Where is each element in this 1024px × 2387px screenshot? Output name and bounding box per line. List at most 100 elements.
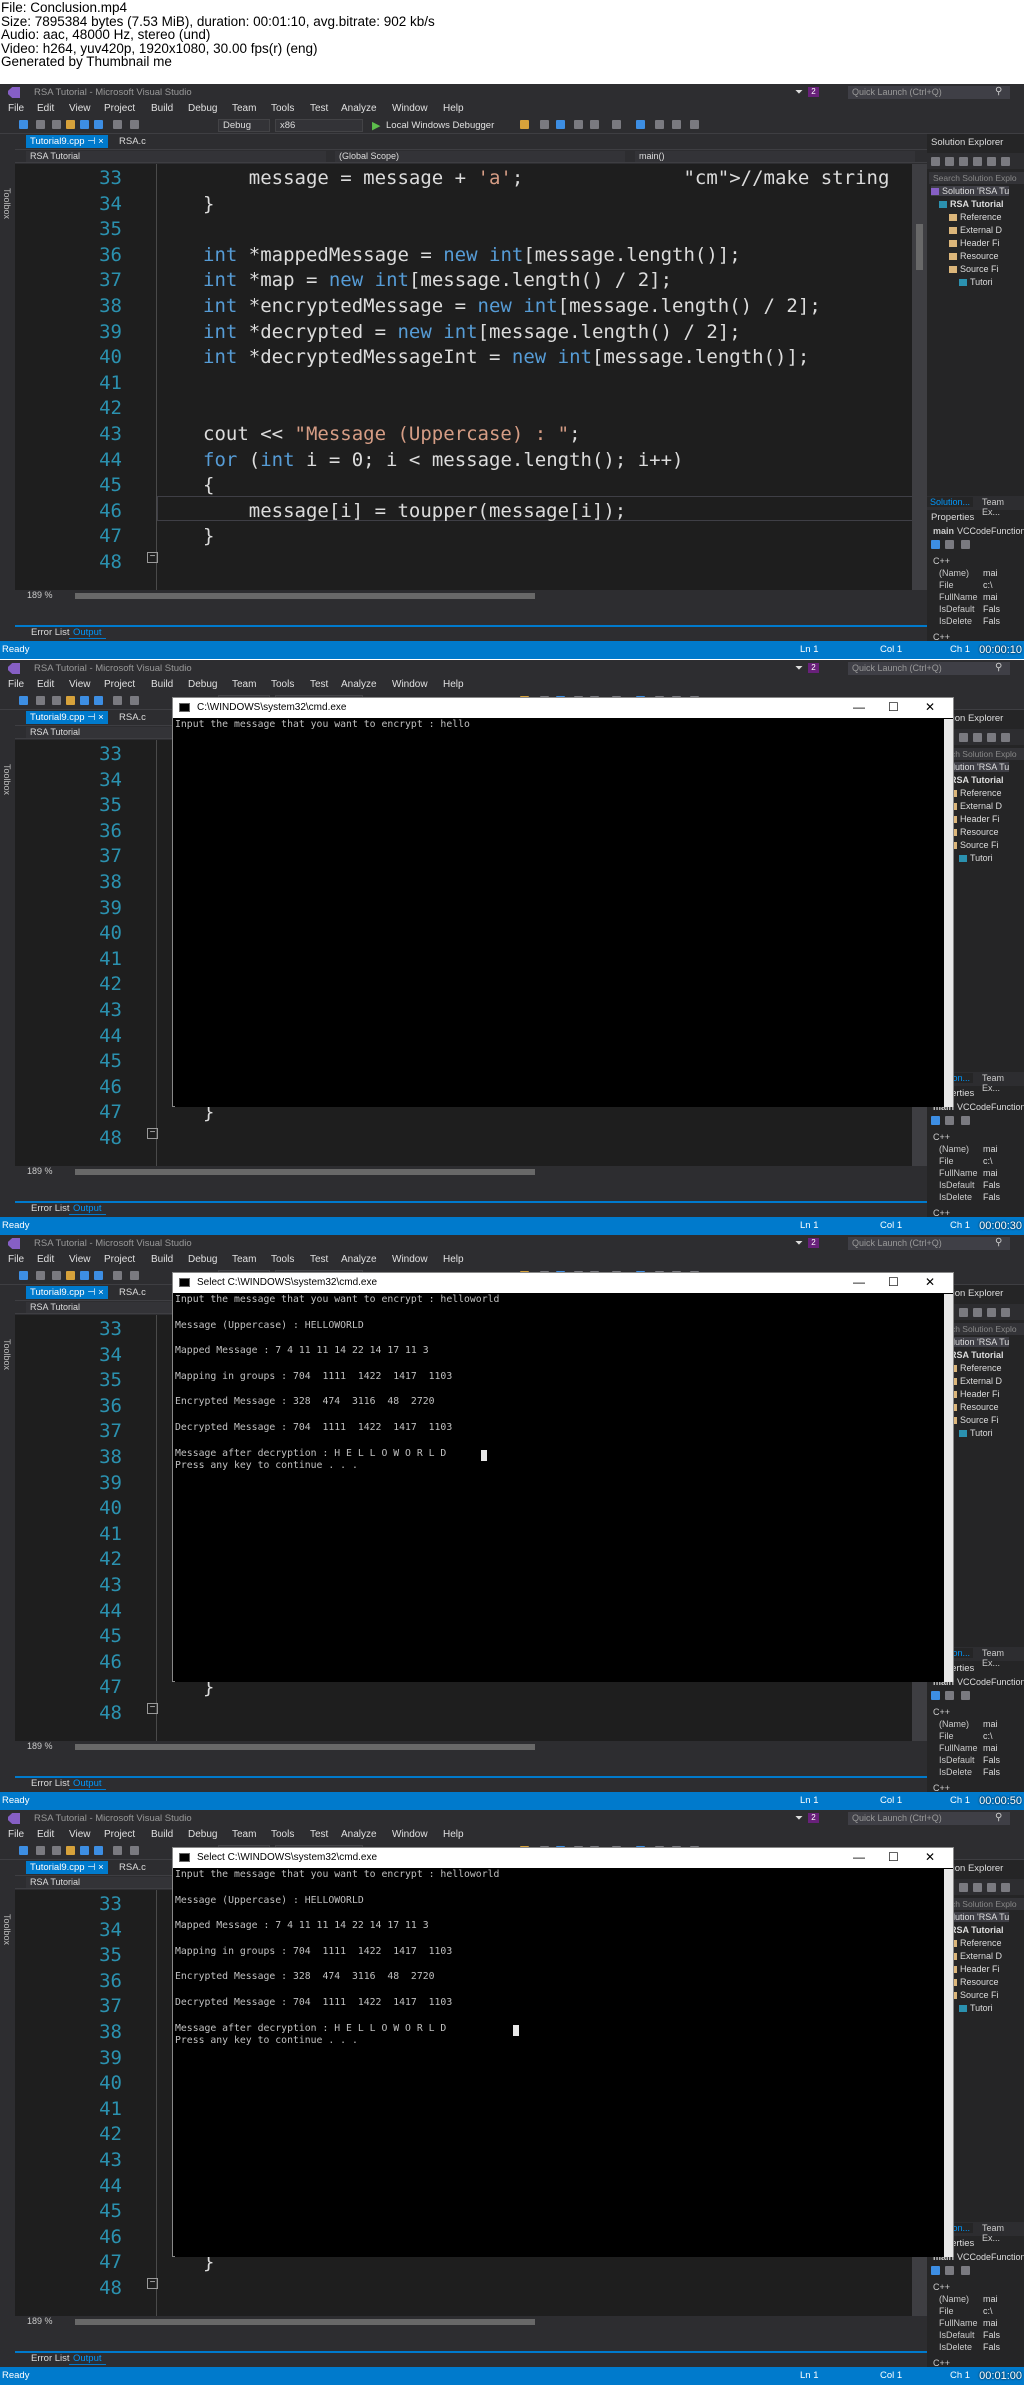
menu-tools[interactable]: Tools [271,103,294,114]
tab-output[interactable]: Output [69,2353,106,2365]
menu-debug[interactable]: Debug [188,1254,217,1265]
prop-value[interactable]: Fals [983,1180,1000,1190]
prop-value[interactable]: Fals [983,1192,1000,1202]
prop-value[interactable]: c:\ [983,580,993,590]
toolbar-icon[interactable] [672,120,681,129]
tab-error-list[interactable]: Error List [27,1778,74,1789]
collapse-icon[interactable]: − [147,2278,158,2289]
console-title-bar[interactable]: Select C:\WINDOWS\system32\cmd.exe — ☐ ✕ [173,1848,953,1868]
console-scrollbar[interactable] [944,1294,953,1682]
menu-test[interactable]: Test [310,679,328,690]
back-icon[interactable] [19,120,28,129]
menu-debug[interactable]: Debug [188,1829,217,1840]
menu-edit[interactable]: Edit [37,679,54,690]
settings-icon[interactable] [1001,1308,1010,1317]
tab-rsa-c[interactable]: RSA.c [115,1861,150,1874]
save-icon[interactable] [80,1846,89,1855]
menu-window[interactable]: Window [392,679,428,690]
tree-item-external[interactable]: External D [949,1376,1002,1386]
forward-icon[interactable] [36,120,45,129]
bookmark-icon[interactable] [636,120,645,129]
alphabetical-icon[interactable] [945,1116,954,1125]
notification-badge[interactable]: 2 [808,87,819,97]
quick-launch-input[interactable]: Quick Launch (Ctrl+Q) [848,662,1010,675]
maximize-icon[interactable]: ☐ [888,1850,899,1864]
tab-tutorial9-cpp[interactable]: Tutorial9.cpp ⊣ × [26,711,108,724]
quick-launch-input[interactable]: Quick Launch (Ctrl+Q) [848,1237,1010,1250]
collapse-icon[interactable]: − [147,552,158,563]
close-icon[interactable]: ✕ [925,1275,935,1289]
console-window[interactable]: C:\WINDOWS\system32\cmd.exe — ☐ ✕ Input the … [172,697,954,1107]
menu-file[interactable]: File [8,1254,24,1265]
menu-analyze[interactable]: Analyze [341,103,377,114]
zoom-level[interactable]: 189 % [27,590,53,600]
prop-value[interactable]: mai [983,592,998,602]
tab-close-icon[interactable]: ⊣ × [87,1862,103,1873]
toolbar-icon[interactable] [690,120,699,129]
collapse-icon[interactable]: − [147,1128,158,1139]
menu-team[interactable]: Team [232,1829,256,1840]
menu-project[interactable]: Project [104,1829,135,1840]
menu-team[interactable]: Team [232,679,256,690]
refresh-icon[interactable] [987,1883,996,1892]
redo-icon[interactable] [130,1271,139,1280]
tab-team-explorer[interactable]: Team Ex... [979,1648,1024,1668]
tree-item-tutorial[interactable]: Tutori [959,2003,993,2013]
new-item-icon[interactable] [52,1846,61,1855]
toolbar-icon[interactable] [612,120,621,129]
home-icon[interactable] [959,1308,968,1317]
tab-close-icon[interactable]: ⊣ × [87,712,103,723]
prop-value[interactable]: c:\ [983,1156,993,1166]
solution-search-input[interactable]: Search Solution Explo [929,172,1024,184]
menu-debug[interactable]: Debug [188,103,217,114]
menu-build[interactable]: Build [151,103,173,114]
menu-project[interactable]: Project [104,1254,135,1265]
console-title-bar[interactable]: C:\WINDOWS\system32\cmd.exe — ☐ ✕ [173,698,953,718]
tab-team-explorer[interactable]: Team Ex... [979,2223,1024,2243]
save-all-icon[interactable] [94,696,103,705]
prop-value[interactable]: Fals [983,2342,1000,2352]
tree-item-source[interactable]: Source Fi [949,840,999,850]
menu-debug[interactable]: Debug [188,679,217,690]
tree-item-project[interactable]: RSA Tutorial [939,199,1004,209]
minimize-icon[interactable]: — [853,1850,865,1864]
toolbox-tab[interactable]: Toolbox [2,764,12,795]
tab-output[interactable]: Output [69,1778,106,1790]
tree-item-references[interactable]: Reference [949,212,1002,222]
menu-help[interactable]: Help [443,103,464,114]
categorized-icon[interactable] [931,1116,940,1125]
menu-view[interactable]: View [69,679,91,690]
minimize-icon[interactable]: — [853,700,865,714]
toolbar-icon[interactable] [556,120,565,129]
prop-value[interactable]: c:\ [983,2306,993,2316]
horizontal-scroll-thumb[interactable] [75,593,535,599]
console-scrollbar[interactable] [944,719,953,1107]
scroll-thumb[interactable] [916,224,923,270]
tree-item-header[interactable]: Header Fi [949,238,1000,248]
settings-icon[interactable] [1001,1883,1010,1892]
menu-view[interactable]: View [69,103,91,114]
sync-icon[interactable] [973,733,982,742]
tree-item-external[interactable]: External D [949,801,1002,811]
tab-error-list[interactable]: Error List [27,1203,74,1214]
prop-value[interactable]: Fals [983,604,1000,614]
sync-icon[interactable] [973,1883,982,1892]
tab-tutorial9-cpp[interactable]: Tutorial9.cpp ⊣ × [26,1286,108,1299]
search-icon[interactable]: ⚲ [995,86,1002,97]
menu-test[interactable]: Test [310,1254,328,1265]
start-debugging-icon[interactable]: ▶ [372,119,380,132]
notification-badge[interactable]: 2 [808,1238,819,1248]
menu-project[interactable]: Project [104,103,135,114]
settings-icon[interactable] [1001,733,1010,742]
editor-vertical-scrollbar[interactable] [912,164,927,590]
horizontal-scroll-thumb[interactable] [75,1169,535,1175]
toolbox-tab[interactable]: Toolbox [2,1914,12,1945]
tree-item-source[interactable]: Source Fi [949,1990,999,2000]
open-folder-icon[interactable] [66,120,75,129]
prop-value[interactable]: Fals [983,1755,1000,1765]
console-scrollbar[interactable] [944,1869,953,2257]
tree-item-source[interactable]: Source Fi [949,1415,999,1425]
sync-icon[interactable] [973,1308,982,1317]
property-pages-icon[interactable] [961,1691,970,1700]
tree-item-resource[interactable]: Resource [949,251,999,261]
